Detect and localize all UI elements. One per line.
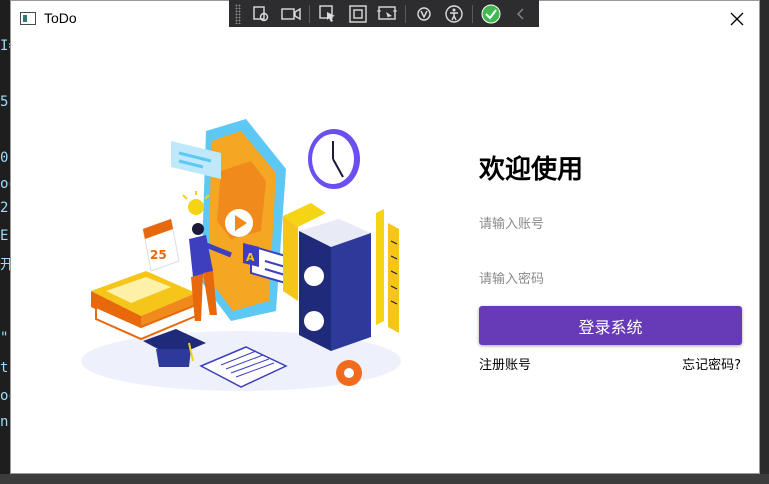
select-element-icon: [253, 5, 269, 21]
accessibility-button[interactable]: [442, 3, 466, 25]
collapse-toolbar-button[interactable]: [509, 3, 533, 25]
display-adorner-icon: [348, 4, 367, 23]
editor-fragment: E: [0, 228, 9, 244]
binding-failures-icon: [417, 6, 432, 21]
calendar-day: 25: [150, 248, 167, 262]
close-button[interactable]: [715, 1, 759, 37]
speaker-icon: [299, 219, 371, 351]
toolbar-separator: [308, 4, 310, 23]
editor-fragment: ": [0, 330, 9, 346]
forgot-password-link[interactable]: 忘记密码?: [682, 354, 741, 373]
toolbar-separator: [405, 4, 407, 23]
display-adorner-button[interactable]: [346, 3, 370, 25]
background-strip: [0, 474, 769, 484]
toolbar-grip[interactable]: [235, 3, 241, 24]
select-pointer-icon: [318, 4, 335, 22]
welcome-heading: 欢迎使用: [479, 155, 584, 185]
app-window: ToDo 25 A 欢迎使用 请输入账号 登录系统 注册账号 忘记密码?: [10, 0, 760, 474]
toolbar-separator: [472, 4, 474, 23]
accessibility-icon: [445, 4, 463, 23]
gear-icon: [336, 360, 362, 386]
clock-icon: [308, 129, 360, 189]
binding-failures-button[interactable]: [412, 3, 436, 25]
verified-button[interactable]: [479, 3, 503, 25]
login-button[interactable]: 登录系统: [479, 306, 742, 345]
close-icon: [730, 12, 744, 26]
svg-text:A: A: [246, 251, 255, 264]
track-focus-button[interactable]: [376, 3, 400, 25]
debug-toolbar: [229, 0, 539, 27]
account-input[interactable]: [479, 211, 741, 238]
register-link[interactable]: 注册账号: [479, 354, 531, 373]
editor-fragment: 5: [0, 94, 9, 110]
select-pointer-button[interactable]: [316, 3, 340, 25]
record-button[interactable]: [279, 3, 303, 25]
editor-fragment: t: [0, 360, 9, 376]
book-stack-icon: [91, 271, 197, 341]
password-input[interactable]: [479, 266, 741, 293]
window-title: ToDo: [44, 10, 77, 26]
track-focus-icon: [377, 5, 398, 21]
select-element-button[interactable]: [249, 3, 273, 25]
editor-fragment: n: [0, 414, 9, 430]
calendar-icon: 25: [142, 218, 180, 272]
record-icon: [281, 7, 301, 20]
verified-icon: [481, 4, 501, 23]
app-window-icon: [20, 12, 36, 25]
education-illustration: 25 A: [81, 119, 401, 391]
ruler-icon: [376, 209, 399, 333]
collapse-icon: [517, 8, 524, 19]
